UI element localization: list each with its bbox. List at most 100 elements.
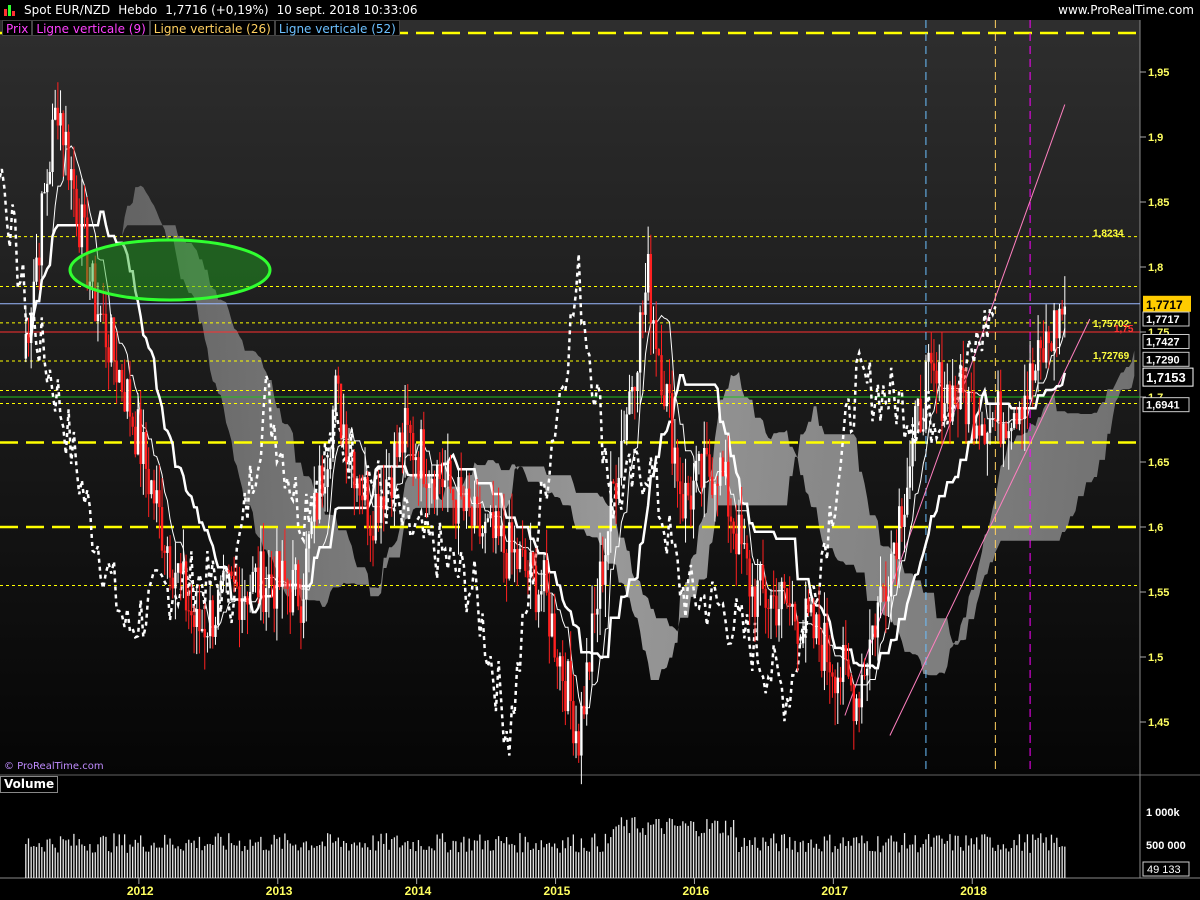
candle-body <box>879 586 882 603</box>
x-axis-label: 2017 <box>821 884 848 898</box>
candle-body <box>208 600 212 637</box>
candle-body <box>254 567 257 572</box>
candle-body <box>158 490 161 508</box>
candle-body <box>609 481 612 532</box>
candle-body <box>430 478 434 484</box>
candle-body <box>841 644 845 682</box>
candle-body <box>438 465 442 479</box>
timeframe[interactable]: Hebdo <box>118 0 157 20</box>
candle-body <box>35 257 38 282</box>
candle <box>924 354 928 434</box>
candle-body <box>313 492 316 522</box>
candle-body <box>224 570 228 572</box>
candle-body <box>467 488 471 508</box>
candle-body <box>684 482 687 519</box>
candle-body <box>890 553 893 597</box>
candle-body <box>906 487 909 515</box>
candle-body <box>355 478 359 489</box>
candle-body <box>192 615 196 627</box>
candle-body <box>256 567 260 598</box>
candle-body <box>369 528 372 536</box>
candle-body <box>703 448 706 488</box>
candle-body <box>713 483 717 495</box>
legend-vline-9[interactable]: Ligne verticale (9) <box>32 20 150 36</box>
candle-body <box>497 511 500 537</box>
candle-body <box>633 387 636 391</box>
candle-body <box>809 604 813 613</box>
candle-body <box>727 461 730 517</box>
candle-body <box>828 662 831 673</box>
candle-body <box>443 480 447 487</box>
candle-body <box>200 628 204 632</box>
candle-body <box>457 477 460 524</box>
candle-body <box>152 480 156 504</box>
candle-body <box>390 477 393 498</box>
header-info: Spot EUR/NZD Hebdo 1,7716 (+0,19%) 10 se… <box>4 0 418 20</box>
candle-body <box>29 314 33 343</box>
candle-body <box>1060 308 1064 315</box>
candle-body <box>174 572 177 589</box>
candle-body <box>414 457 417 461</box>
candle-body <box>524 549 527 571</box>
candle-body <box>64 131 68 146</box>
candle-body <box>1044 331 1048 363</box>
candle-body <box>601 561 604 585</box>
legend-vline-26[interactable]: Ligne verticale (26) <box>149 20 275 36</box>
candle-body <box>318 465 321 520</box>
candle-body <box>556 657 559 667</box>
legend-price[interactable]: Prix <box>2 20 33 36</box>
candle-body <box>665 384 669 407</box>
candle-body <box>577 731 580 756</box>
candle-body <box>110 317 113 363</box>
candle-body <box>329 458 332 470</box>
candle <box>110 314 113 367</box>
candle-body <box>898 506 901 560</box>
candle-body <box>409 424 412 433</box>
candle-body <box>1026 395 1029 400</box>
legend-vline-52[interactable]: Ligne verticale (52) <box>274 20 400 36</box>
candle-body <box>748 558 751 597</box>
candle-body <box>700 453 703 488</box>
candle-body <box>337 375 340 384</box>
candle-body <box>593 613 596 615</box>
candle <box>40 191 44 279</box>
candle-body <box>59 113 62 126</box>
candle-body <box>689 495 693 510</box>
candle-body <box>863 675 866 677</box>
candle-body <box>321 465 324 494</box>
candle-body <box>441 478 444 487</box>
candle-body <box>980 424 984 436</box>
candle-body <box>118 369 121 383</box>
site-link[interactable]: www.ProRealTime.com <box>1058 0 1194 20</box>
price-chart[interactable]: 1,951,91,851,81,751,71,651,61,551,51,451… <box>0 20 1200 900</box>
candle-body <box>772 595 775 597</box>
candle-body <box>622 440 626 442</box>
candle-body <box>705 448 709 455</box>
candle-body <box>935 370 938 384</box>
candle-body <box>1010 427 1013 432</box>
y-axis-label: 1,65 <box>1148 457 1169 469</box>
candle-body <box>852 685 856 722</box>
candle-body <box>387 477 391 480</box>
candle-body <box>232 575 236 582</box>
candle-body <box>1015 413 1018 425</box>
candle-body <box>572 701 575 744</box>
candle-body <box>45 183 49 193</box>
candle-body <box>849 676 853 686</box>
candle-body <box>307 534 311 549</box>
candle-body <box>107 347 110 363</box>
candle-body <box>724 461 727 477</box>
candle-body <box>582 705 586 715</box>
candle-body <box>927 352 930 362</box>
candle-body <box>740 514 743 545</box>
candle-body <box>646 253 650 293</box>
candle-body <box>48 172 52 184</box>
candle-body <box>198 609 201 632</box>
candle-body <box>521 548 524 550</box>
candle-body <box>235 581 239 587</box>
candle-body <box>425 484 428 489</box>
candle-body <box>393 443 396 498</box>
candle-body <box>793 603 797 622</box>
candle <box>855 694 858 725</box>
candle-body <box>670 393 674 464</box>
